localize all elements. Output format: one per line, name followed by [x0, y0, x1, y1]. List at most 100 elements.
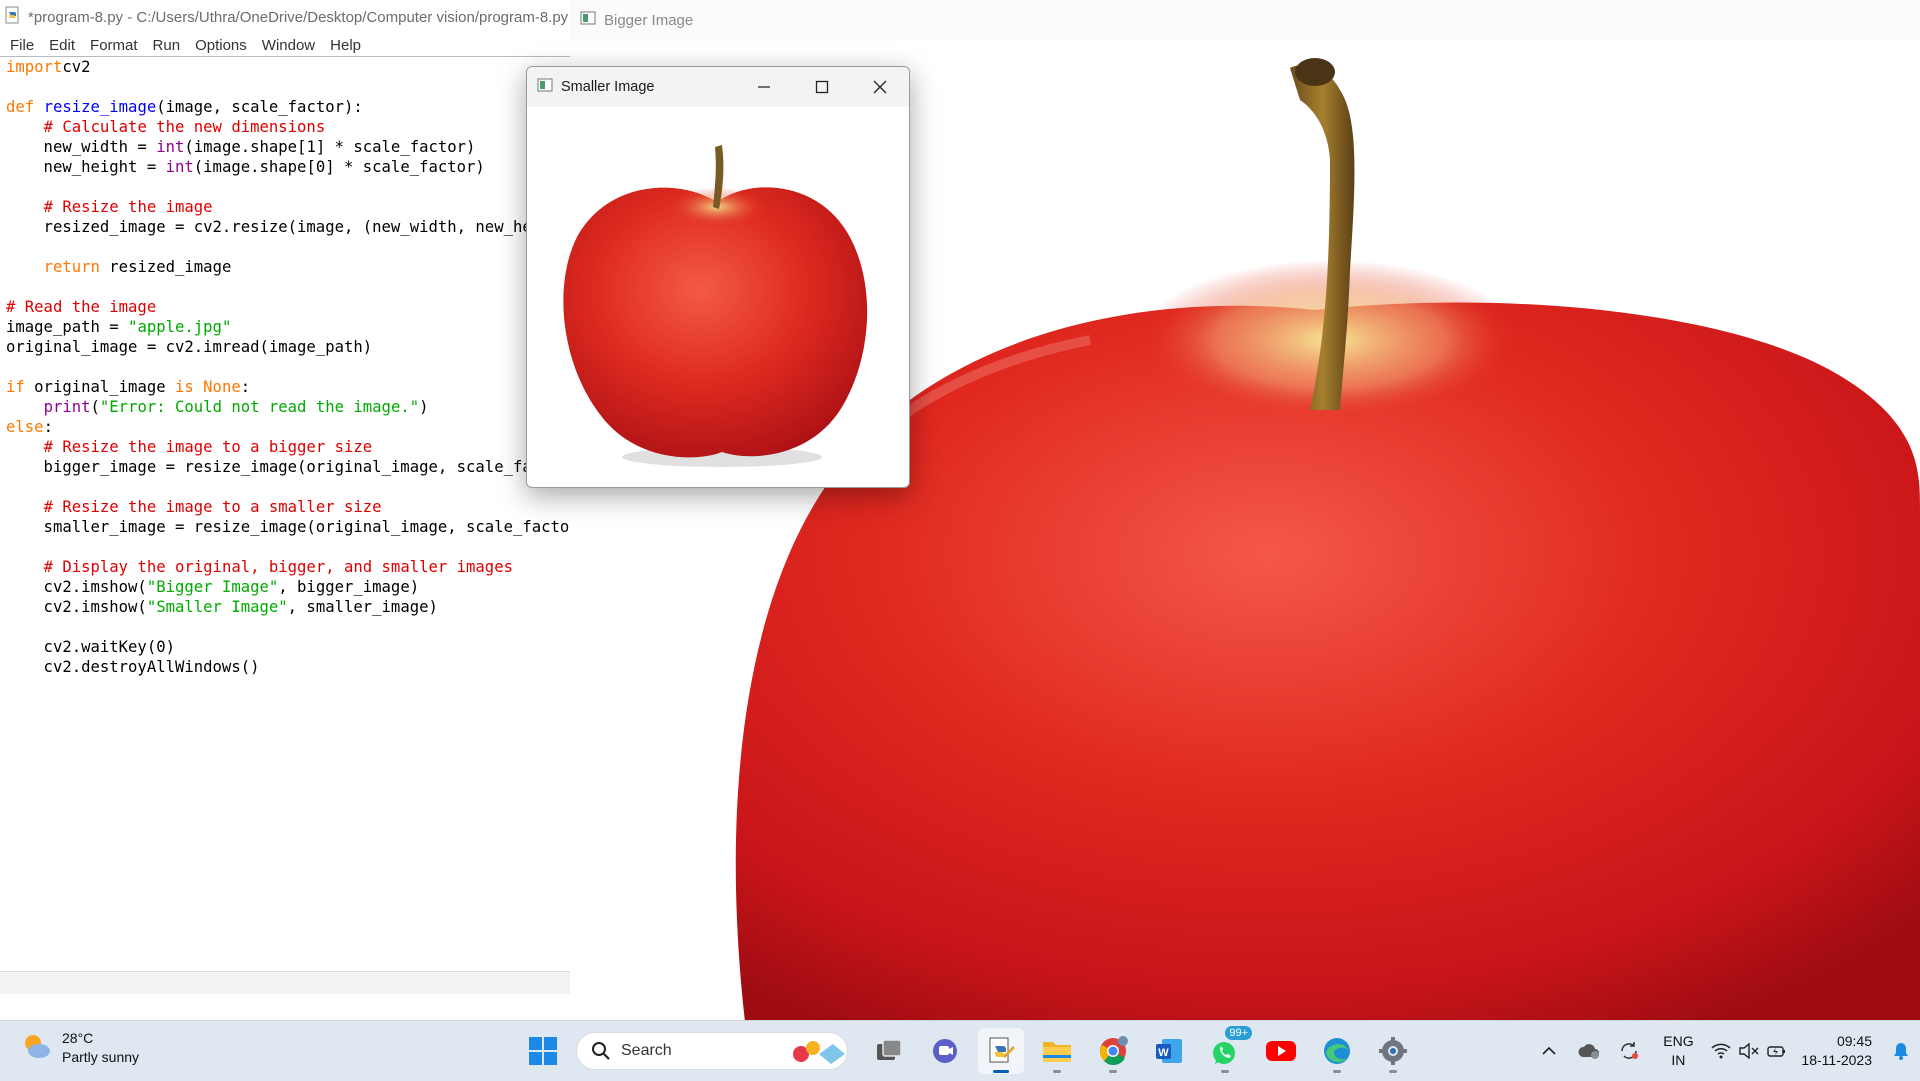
edge-icon	[1324, 1038, 1350, 1064]
sync-icon	[1621, 1042, 1639, 1059]
smaller-image-title-bar[interactable]: Smaller Image	[527, 67, 909, 107]
menu-edit[interactable]: Edit	[43, 37, 84, 54]
show-hidden-icons-button[interactable]	[1529, 1031, 1569, 1071]
code-line: cv2.waitKey(0)	[6, 638, 175, 656]
close-button[interactable]	[851, 67, 909, 107]
opencv-window-icon	[537, 77, 553, 97]
code-line: if original_image is None:	[6, 378, 251, 396]
code-line: smaller_image = resize_image(original_im…	[6, 518, 573, 536]
code-line: # Resize the image to a smaller size	[43, 498, 382, 516]
minimize-button[interactable]	[735, 67, 793, 107]
chat-icon	[933, 1039, 957, 1063]
onedrive-cloud-icon	[1578, 1044, 1600, 1059]
search-icon	[592, 1042, 610, 1060]
task-view-button[interactable]	[866, 1028, 912, 1074]
idle-menu-bar: File Edit Format Run Options Window Help	[0, 34, 572, 57]
whatsapp-icon	[1213, 1042, 1235, 1064]
youtube-icon	[1266, 1041, 1296, 1061]
gear-icon	[1379, 1037, 1407, 1065]
weather-widget[interactable]: 28°C Partly sunny	[20, 1029, 139, 1067]
teams-chat-button[interactable]	[922, 1028, 968, 1074]
onedrive-button[interactable]	[1569, 1031, 1609, 1071]
chevron-up-icon	[1542, 1046, 1556, 1055]
close-icon	[873, 80, 887, 94]
code-line: def resize_image(image, scale_factor):	[6, 98, 363, 116]
bell-icon	[1894, 1043, 1908, 1060]
code-line: return resized_image	[43, 258, 232, 276]
idle-editor-window: *program-8.py - C:/Users/Uthra/OneDrive/…	[0, 0, 573, 994]
bigger-image-title: Bigger Image	[604, 11, 694, 29]
wifi-icon	[1711, 1043, 1731, 1059]
chrome-button[interactable]	[1090, 1028, 1136, 1074]
notifications-button[interactable]	[1886, 1031, 1916, 1071]
idle-title-text: *program-8.py - C:/Users/Uthra/OneDrive/…	[28, 8, 572, 26]
language-indicator[interactable]: ENG IN	[1653, 1032, 1703, 1070]
edge-button[interactable]	[1314, 1028, 1360, 1074]
clock-time: 09:45	[1836, 1033, 1872, 1049]
start-button[interactable]	[520, 1028, 566, 1074]
taskbar-apps: Search W 99+	[520, 1026, 1416, 1074]
python-idle-icon	[989, 1037, 1015, 1063]
partly-sunny-icon	[20, 1030, 52, 1067]
word-button[interactable]: W	[1146, 1028, 1192, 1074]
wifi-button[interactable]	[1707, 1031, 1735, 1071]
code-line: bigger_image = resize_image(original_ima…	[6, 458, 573, 476]
smaller-apple-image	[563, 145, 868, 467]
code-line: importcv2	[6, 58, 91, 76]
smaller-image-window: Smaller Image	[526, 66, 910, 488]
volume-muted-icon	[1739, 1043, 1759, 1059]
code-line: image_path = "apple.jpg"	[6, 318, 232, 336]
whatsapp-notification-badge: 99+	[1225, 1026, 1252, 1040]
code-line: # Display the original, bigger, and smal…	[43, 558, 513, 576]
menu-help[interactable]: Help	[324, 37, 370, 54]
task-view-icon	[877, 1039, 902, 1060]
sync-button[interactable]	[1609, 1031, 1649, 1071]
settings-button[interactable]	[1370, 1028, 1416, 1074]
idle-taskbar-button[interactable]	[978, 1028, 1024, 1074]
clock[interactable]: 09:45 18-11-2023	[1801, 1032, 1872, 1070]
menu-format[interactable]: Format	[84, 37, 147, 54]
code-line: # Resize the image	[43, 198, 213, 216]
system-tray: ENG IN 09:45 18-11-2023	[1529, 1021, 1920, 1081]
region-code: IN	[1671, 1052, 1686, 1068]
idle-title-bar[interactable]: *program-8.py - C:/Users/Uthra/OneDrive/…	[0, 0, 572, 34]
menu-window[interactable]: Window	[256, 37, 324, 54]
menu-run[interactable]: Run	[147, 37, 190, 54]
whatsapp-button[interactable]: 99+	[1202, 1026, 1252, 1074]
language-code: ENG	[1663, 1033, 1694, 1049]
code-line: # Resize the image to a bigger size	[43, 438, 373, 456]
clock-date: 18-11-2023	[1801, 1052, 1872, 1068]
taskbar: 28°C Partly sunny Search W 99+ ENG IN 09…	[0, 1020, 1920, 1081]
weather-description: Partly sunny	[62, 1049, 140, 1065]
code-line: # Calculate the new dimensions	[43, 118, 326, 136]
code-line: cv2.imshow("Bigger Image", bigger_image)	[6, 578, 420, 596]
battery-button[interactable]	[1763, 1031, 1791, 1071]
maximize-button[interactable]	[793, 67, 851, 107]
battery-charging-icon	[1767, 1046, 1786, 1057]
volume-button[interactable]	[1735, 1031, 1763, 1071]
code-line: new_width = int(image.shape[1] * scale_f…	[6, 138, 476, 156]
maximize-icon	[815, 80, 829, 94]
file-explorer-button[interactable]	[1034, 1028, 1080, 1074]
code-line: # Read the image	[6, 298, 157, 316]
menu-options[interactable]: Options	[189, 37, 256, 54]
code-line: new_height = int(image.shape[0] * scale_…	[6, 158, 485, 176]
smaller-image-title: Smaller Image	[561, 79, 655, 95]
bigger-image-title-bar[interactable]: Bigger Image	[570, 0, 1920, 40]
code-line: resized_image = cv2.resize(image, (new_w…	[6, 218, 573, 236]
code-line: cv2.imshow("Smaller Image", smaller_imag…	[6, 598, 438, 616]
horizontal-scrollbar[interactable]	[0, 971, 572, 994]
python-file-icon	[4, 6, 22, 28]
menu-file[interactable]: File	[4, 37, 43, 54]
chrome-icon	[1100, 1036, 1128, 1066]
youtube-button[interactable]	[1258, 1028, 1304, 1074]
taskbar-search-box[interactable]: Search	[576, 1032, 848, 1070]
code-editor[interactable]: importcv2 def resize_image(image, scale_…	[0, 57, 572, 677]
